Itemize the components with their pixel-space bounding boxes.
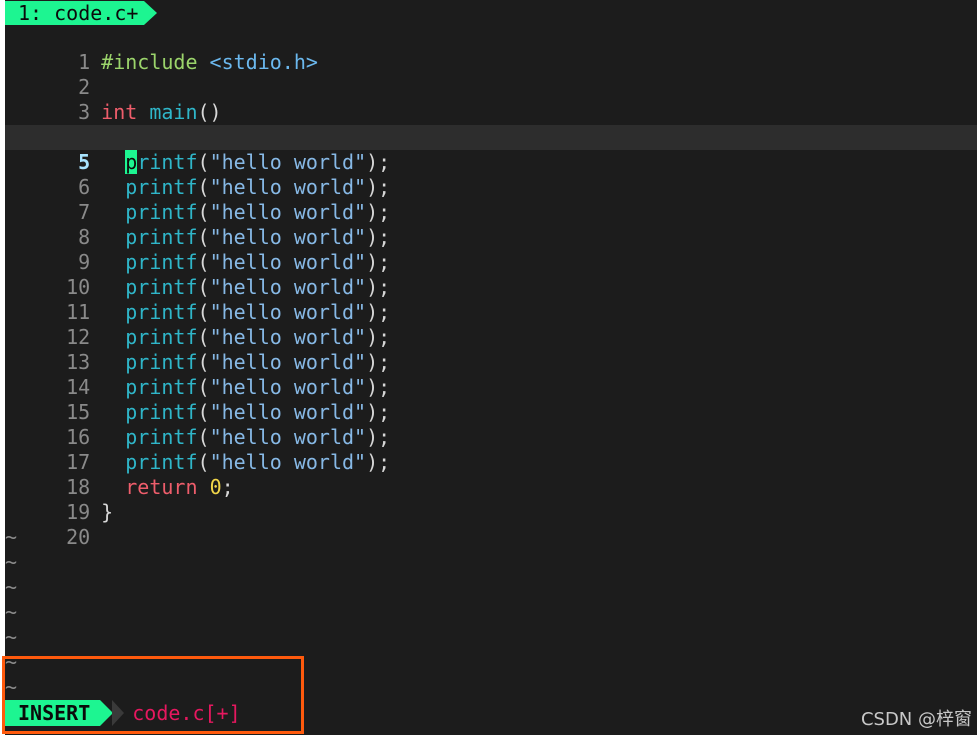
annotation-highlight-box xyxy=(2,656,304,734)
code-line[interactable]: 3 int main() xyxy=(5,75,977,124)
empty-line-marker: ~ xyxy=(5,625,18,649)
empty-line-marker: ~ xyxy=(5,525,18,549)
line-number: 20 xyxy=(66,525,91,549)
code-line[interactable]: 6 printf("hello world"); xyxy=(5,150,977,199)
code-line[interactable]: 12 printf("hello world"); xyxy=(5,300,977,349)
watermark: CSDN @梓窗 xyxy=(860,709,972,730)
empty-line-marker: ~ xyxy=(5,575,18,599)
code-line[interactable]: 11 printf("hello world"); xyxy=(5,275,977,324)
code-line[interactable]: 17 printf("hello world"); xyxy=(5,425,977,474)
editor-buffer[interactable]: 1#include <stdio.h> 2 3int main() 4{ 5 p… xyxy=(5,25,977,700)
code-line[interactable]: 9 printf("hello world"); xyxy=(5,225,977,274)
code-line[interactable]: 18 return 0; xyxy=(5,450,977,499)
code-line[interactable]: 2 xyxy=(5,50,977,99)
empty-line-marker: ~ xyxy=(5,600,18,624)
tabline: 1: code.c+ xyxy=(5,0,977,25)
tab-arrow-separator xyxy=(144,1,158,25)
code-line[interactable]: 19} xyxy=(5,475,977,524)
code-line-current[interactable]: 5 printf("hello world"); xyxy=(5,125,977,174)
code-line[interactable]: 13 printf("hello world"); xyxy=(5,325,977,374)
code-line[interactable]: 16 printf("hello world"); xyxy=(5,400,977,449)
code-line[interactable]: 7 printf("hello world"); xyxy=(5,175,977,224)
code-line[interactable]: 14 printf("hello world"); xyxy=(5,350,977,399)
empty-line-marker: ~ xyxy=(5,550,18,574)
code-line[interactable]: 4{ xyxy=(5,100,977,149)
tab-label: 1: code.c+ xyxy=(5,1,145,25)
code-line[interactable]: 1 #include <stdio.h> xyxy=(5,25,977,74)
code-line[interactable]: 8 printf("hello world"); xyxy=(5,200,977,249)
code-line[interactable]: 15 printf("hello world"); xyxy=(5,375,977,424)
code-line[interactable]: 10 printf("hello world"); xyxy=(5,250,977,299)
tab-code-c[interactable]: 1: code.c+ xyxy=(5,1,158,25)
code-line[interactable]: 20 xyxy=(5,500,977,549)
